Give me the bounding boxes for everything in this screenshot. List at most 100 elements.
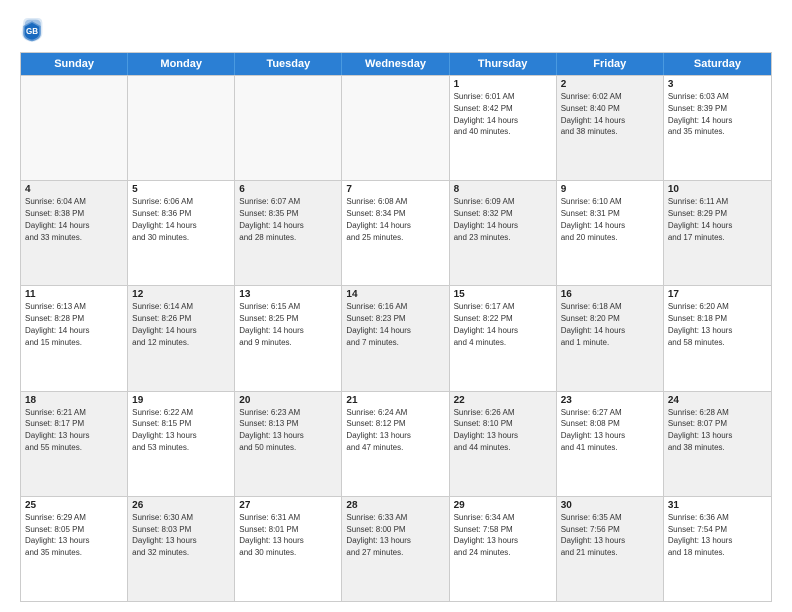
cell-info-line: Sunset: 8:15 PM <box>132 419 230 430</box>
cell-info-line: Sunrise: 6:14 AM <box>132 302 230 313</box>
cell-info-line: and 50 minutes. <box>239 443 337 454</box>
cell-info-line: and 35 minutes. <box>668 127 767 138</box>
cell-info-line: Sunset: 8:18 PM <box>668 314 767 325</box>
cell-info-line: Sunset: 7:54 PM <box>668 525 767 536</box>
calendar: SundayMondayTuesdayWednesdayThursdayFrid… <box>20 52 772 602</box>
calendar-body: 1Sunrise: 6:01 AMSunset: 8:42 PMDaylight… <box>21 75 771 601</box>
cell-info-line: Sunrise: 6:31 AM <box>239 513 337 524</box>
cell-info-line: Daylight: 13 hours <box>239 536 337 547</box>
calendar-cell-17: 17Sunrise: 6:20 AMSunset: 8:18 PMDayligh… <box>664 286 771 390</box>
calendar-cell-7: 7Sunrise: 6:08 AMSunset: 8:34 PMDaylight… <box>342 181 449 285</box>
cell-info-line: and 33 minutes. <box>25 233 123 244</box>
cell-info-line: Sunset: 8:17 PM <box>25 419 123 430</box>
calendar-cell-26: 26Sunrise: 6:30 AMSunset: 8:03 PMDayligh… <box>128 497 235 601</box>
calendar-cell-31: 31 Sunrise: 6:36 AMSunset: 7:54 PMDayligh… <box>664 497 771 601</box>
cell-info-line: Sunrise: 6:06 AM <box>132 197 230 208</box>
cell-info-line: Daylight: 13 hours <box>25 431 123 442</box>
cell-info-line: Daylight: 13 hours <box>561 536 659 547</box>
cell-info-line: Daylight: 14 hours <box>561 221 659 232</box>
weekday-header-saturday: Saturday <box>664 53 771 75</box>
cell-info-line: and 18 minutes. <box>668 548 767 559</box>
calendar-cell-14: 14Sunrise: 6:16 AMSunset: 8:23 PMDayligh… <box>342 286 449 390</box>
cell-info-line: Sunrise: 6:30 AM <box>132 513 230 524</box>
calendar-row-1: 4Sunrise: 6:04 AMSunset: 8:38 PMDaylight… <box>21 180 771 285</box>
cell-info-line: and 30 minutes. <box>239 548 337 559</box>
calendar-row-2: 11Sunrise: 6:13 AMSunset: 8:28 PMDayligh… <box>21 285 771 390</box>
calendar-cell-20: 20Sunrise: 6:23 AMSunset: 8:13 PMDayligh… <box>235 392 342 496</box>
calendar-cell-empty-0-0 <box>21 76 128 180</box>
day-number: 27 <box>239 500 337 511</box>
cell-info-line: Sunset: 8:22 PM <box>454 314 552 325</box>
logo-icon: GB <box>20 16 44 44</box>
day-number: 20 <box>239 395 337 406</box>
cell-info-line: and 58 minutes. <box>668 338 767 349</box>
cell-info-line: and 27 minutes. <box>346 548 444 559</box>
cell-info-line: Sunrise: 6:01 AM <box>454 92 552 103</box>
cell-info-line: Daylight: 14 hours <box>561 326 659 337</box>
cell-info-line: Sunset: 8:36 PM <box>132 209 230 220</box>
page: GB SundayMondayTuesdayWednesdayThursdayF… <box>0 0 792 612</box>
cell-info-line: Sunset: 8:29 PM <box>668 209 767 220</box>
cell-info-line: Sunset: 8:35 PM <box>239 209 337 220</box>
cell-info-line: Sunset: 8:00 PM <box>346 525 444 536</box>
day-number: 29 <box>454 500 552 511</box>
cell-info-line: Sunrise: 6:17 AM <box>454 302 552 313</box>
cell-info-line: Sunset: 8:03 PM <box>132 525 230 536</box>
cell-info-line: Daylight: 13 hours <box>25 536 123 547</box>
calendar-cell-4: 4Sunrise: 6:04 AMSunset: 8:38 PMDaylight… <box>21 181 128 285</box>
day-number: 31 <box>668 500 767 511</box>
cell-info-line: and 21 minutes. <box>561 548 659 559</box>
cell-info-line: and 44 minutes. <box>454 443 552 454</box>
cell-info-line: and 7 minutes. <box>346 338 444 349</box>
day-number: 23 <box>561 395 659 406</box>
weekday-header-wednesday: Wednesday <box>342 53 449 75</box>
cell-info-line: Sunset: 8:01 PM <box>239 525 337 536</box>
day-number: 21 <box>346 395 444 406</box>
day-number: 13 <box>239 289 337 300</box>
cell-info-line: and 9 minutes. <box>239 338 337 349</box>
cell-info-line: Daylight: 14 hours <box>132 221 230 232</box>
day-number: 22 <box>454 395 552 406</box>
calendar-cell-29: 29Sunrise: 6:34 AMSunset: 7:58 PMDayligh… <box>450 497 557 601</box>
header: GB <box>20 16 772 44</box>
cell-info-line: Daylight: 13 hours <box>346 536 444 547</box>
day-number: 4 <box>25 184 123 195</box>
calendar-cell-28: 28Sunrise: 6:33 AMSunset: 8:00 PMDayligh… <box>342 497 449 601</box>
cell-info-line: and 20 minutes. <box>561 233 659 244</box>
calendar-cell-12: 12Sunrise: 6:14 AMSunset: 8:26 PMDayligh… <box>128 286 235 390</box>
cell-info-line: Daylight: 14 hours <box>239 221 337 232</box>
calendar-cell-25: 25Sunrise: 6:29 AMSunset: 8:05 PMDayligh… <box>21 497 128 601</box>
calendar-header: SundayMondayTuesdayWednesdayThursdayFrid… <box>21 53 771 75</box>
weekday-header-friday: Friday <box>557 53 664 75</box>
day-number: 1 <box>454 79 552 90</box>
cell-info-line: Daylight: 13 hours <box>668 536 767 547</box>
cell-info-line: Sunset: 8:40 PM <box>561 104 659 115</box>
cell-info-line: Daylight: 14 hours <box>454 221 552 232</box>
svg-text:GB: GB <box>26 27 38 36</box>
day-number: 26 <box>132 500 230 511</box>
cell-info-line: Sunset: 8:20 PM <box>561 314 659 325</box>
cell-info-line: Daylight: 13 hours <box>132 431 230 442</box>
cell-info-line: Sunrise: 6:36 AM <box>668 513 767 524</box>
calendar-cell-11: 11Sunrise: 6:13 AMSunset: 8:28 PMDayligh… <box>21 286 128 390</box>
cell-info-line: Sunrise: 6:20 AM <box>668 302 767 313</box>
calendar-row-3: 18Sunrise: 6:21 AMSunset: 8:17 PMDayligh… <box>21 391 771 496</box>
logo: GB <box>20 16 48 44</box>
weekday-header-sunday: Sunday <box>21 53 128 75</box>
cell-info-line: and 47 minutes. <box>346 443 444 454</box>
cell-info-line: Daylight: 13 hours <box>454 536 552 547</box>
cell-info-line: Daylight: 14 hours <box>132 326 230 337</box>
calendar-cell-13: 13Sunrise: 6:15 AMSunset: 8:25 PMDayligh… <box>235 286 342 390</box>
calendar-cell-22: 22Sunrise: 6:26 AMSunset: 8:10 PMDayligh… <box>450 392 557 496</box>
cell-info-line: Daylight: 14 hours <box>25 221 123 232</box>
cell-info-line: Sunrise: 6:03 AM <box>668 92 767 103</box>
cell-info-line: Sunset: 8:10 PM <box>454 419 552 430</box>
cell-info-line: and 28 minutes. <box>239 233 337 244</box>
weekday-header-monday: Monday <box>128 53 235 75</box>
cell-info-line: and 4 minutes. <box>454 338 552 349</box>
day-number: 25 <box>25 500 123 511</box>
cell-info-line: Sunrise: 6:11 AM <box>668 197 767 208</box>
cell-info-line: Daylight: 14 hours <box>25 326 123 337</box>
calendar-cell-30: 30Sunrise: 6:35 AMSunset: 7:56 PMDayligh… <box>557 497 664 601</box>
cell-info-line: Daylight: 14 hours <box>668 116 767 127</box>
